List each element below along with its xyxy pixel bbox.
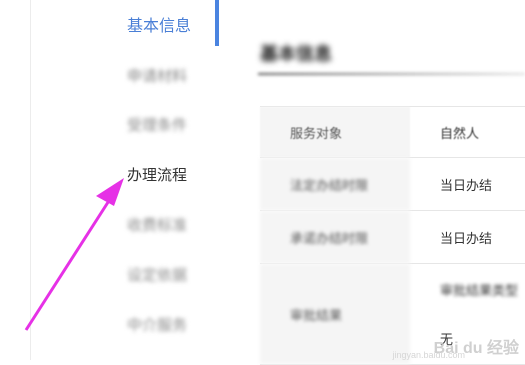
annotation-arrow-icon [24,178,124,331]
watermark-url: jingyan.baidu.com [392,350,465,360]
